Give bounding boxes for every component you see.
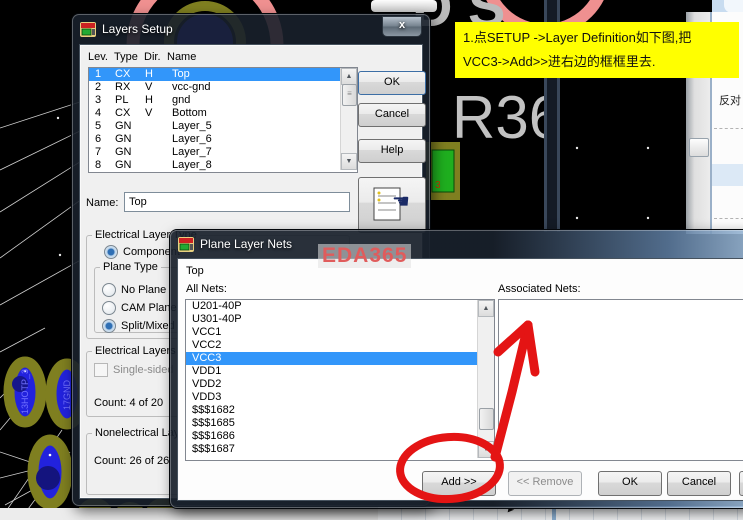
col-name: Name xyxy=(167,51,197,63)
add-button[interactable]: Add >> xyxy=(422,471,496,496)
scroll-thumb[interactable]: ≡ xyxy=(342,84,357,106)
nonelectrical-count: Count: 26 of 26 xyxy=(94,455,170,467)
signoff-icon-button[interactable]: ☚ xyxy=(358,177,426,233)
associated-nets-label: Associated Nets: xyxy=(498,283,581,295)
layer-name-label: Top xyxy=(186,265,204,277)
note-line-1: 1.点SETUP ->Layer Definition如下图,把 xyxy=(463,30,692,45)
pads-icon xyxy=(80,21,96,37)
help-button[interactable]: Help xyxy=(358,139,426,163)
divider xyxy=(714,128,743,129)
close-button[interactable]: x xyxy=(382,16,422,37)
cancel-button[interactable]: Cancel xyxy=(358,103,426,127)
name-label: Name: xyxy=(86,197,119,209)
plane-layer-nets-window: Plane Layer Nets EDA365 Top All Nets: As… xyxy=(170,230,743,508)
window-title: Layers Setup xyxy=(102,22,173,36)
background-scrollbar-thumb[interactable] xyxy=(689,138,709,157)
background-grid-strip xyxy=(378,506,743,520)
layer-row[interactable]: 7 GN Layer_7 xyxy=(89,146,357,159)
layer-row[interactable]: 8 GN Layer_8 xyxy=(89,159,357,172)
all-nets-label: All Nets: xyxy=(186,283,227,295)
scroll-up-icon[interactable]: ▲ xyxy=(341,68,357,85)
net-item[interactable]: VDD3 xyxy=(186,391,494,404)
green-pad: 3 xyxy=(426,142,460,200)
ok-button[interactable]: OK xyxy=(598,471,662,496)
col-dir: Dir. xyxy=(144,51,161,63)
plane-nets-titlebar[interactable]: Plane Layer Nets xyxy=(170,230,743,258)
layer-row[interactable]: 4 CX V Bottom xyxy=(89,107,357,120)
pads-icon xyxy=(178,236,194,252)
no-plane-radio[interactable]: No Plane xyxy=(102,283,166,297)
col-lev: Lev. xyxy=(88,51,108,63)
net-item[interactable]: $$$1685 xyxy=(186,417,494,430)
net-item[interactable]: $$$1687 xyxy=(186,443,494,456)
radio-icon xyxy=(102,301,116,315)
svg-text:☚: ☚ xyxy=(392,191,410,213)
remove-button[interactable]: << Remove xyxy=(508,471,582,496)
scroll-thumb[interactable] xyxy=(479,408,494,430)
mouse-cursor xyxy=(507,508,515,514)
note-line-2: VCC3->Add>>进右边的框框里去. xyxy=(463,54,656,69)
layer-row[interactable]: 3 PL Hgnd xyxy=(89,94,357,107)
window-title: Plane Layer Nets xyxy=(200,237,293,251)
radio-label: CAM Plane xyxy=(121,302,177,314)
scroll-down-icon[interactable]: ▼ xyxy=(341,153,357,170)
net-item[interactable]: VDD1 xyxy=(186,365,494,378)
all-nets-list[interactable]: U201-40P U301-40P VCC1 VCC2 VCC3 VDD1 VD… xyxy=(185,299,495,461)
checkbox-icon xyxy=(94,363,108,377)
checkbox-label: Single-sided xyxy=(113,364,174,376)
ok-button[interactable]: OK xyxy=(358,71,426,95)
associated-nets-list[interactable] xyxy=(498,299,743,461)
radio-icon xyxy=(104,245,118,259)
layer-row[interactable]: 5 GN Layer_5 xyxy=(89,120,357,133)
radio-icon xyxy=(102,283,116,297)
divider xyxy=(714,218,743,219)
name-field[interactable]: Top xyxy=(124,192,350,212)
col-type: Type xyxy=(114,51,138,63)
scroll-down-icon[interactable]: ▼ xyxy=(478,441,494,458)
split-mixed-radio[interactable]: Split/Mixed xyxy=(102,319,175,333)
layers-list-scrollbar[interactable]: ▲ ≡ ▼ xyxy=(340,68,357,170)
net-item[interactable]: U301-40P xyxy=(186,313,494,326)
layers-list[interactable]: 1 CX H Top 2 RX Vvcc-gnd 3 PL Hgnd 4 CX V Bottom 5… xyxy=(88,67,358,173)
layer-row[interactable]: 1 CX H Top xyxy=(89,68,357,81)
layer-row[interactable]: 2 RX Vvcc-gnd xyxy=(89,81,357,94)
net-item-selected[interactable]: VCC3 xyxy=(186,352,494,365)
tutorial-note: 1.点SETUP ->Layer Definition如下图,把 VCC3->A… xyxy=(455,22,739,78)
radio-label: Split/Mixed xyxy=(121,320,175,332)
group-label: Plane Type xyxy=(100,261,161,273)
screenshot-root: D S R36 3 13HOTP_3 17GND 反对 Layers Setup… xyxy=(0,0,743,520)
pad-label-gnd: 17GND xyxy=(62,379,72,410)
document-hand-icon: ☚ xyxy=(373,187,410,221)
layer-row[interactable]: 6 GN Layer_6 xyxy=(89,133,357,146)
background-window-fragment xyxy=(371,0,437,12)
layers-setup-titlebar[interactable]: Layers Setup x xyxy=(72,14,430,44)
grid-divider xyxy=(552,508,556,520)
svg-text:3: 3 xyxy=(435,180,441,191)
panel-row-highlight xyxy=(712,164,743,186)
component-radio[interactable]: Component xyxy=(104,245,180,259)
scroll-up-icon[interactable]: ▲ xyxy=(478,300,494,317)
net-item[interactable]: $$$1686 xyxy=(186,430,494,443)
electrical-count: Count: 4 of 20 xyxy=(94,397,164,409)
net-item[interactable]: U201-40P xyxy=(186,300,494,313)
cancel-button[interactable]: Cancel xyxy=(667,471,731,496)
net-item[interactable]: VCC1 xyxy=(186,326,494,339)
plane-nets-client: Top All Nets: Associated Nets: U201-40P … xyxy=(177,258,743,501)
vote-link[interactable]: 反对 xyxy=(719,92,741,108)
radio-icon xyxy=(102,319,116,333)
net-item[interactable]: VDD2 xyxy=(186,378,494,391)
net-item[interactable]: $$$1682 xyxy=(186,404,494,417)
net-item[interactable]: VCC2 xyxy=(186,339,494,352)
pad-label-hotp: 13HOTP_3 xyxy=(20,369,30,414)
nets-list-scrollbar[interactable]: ▲ ▼ xyxy=(477,300,494,458)
single-sided-checkbox[interactable]: Single-sided xyxy=(94,363,174,377)
help-button-partial[interactable] xyxy=(739,471,743,496)
eda365-watermark: EDA365 xyxy=(318,244,412,268)
cam-plane-radio[interactable]: CAM Plane xyxy=(102,301,177,315)
radio-label: No Plane xyxy=(121,284,167,296)
group-label: Electrical Layers xyxy=(92,345,179,357)
